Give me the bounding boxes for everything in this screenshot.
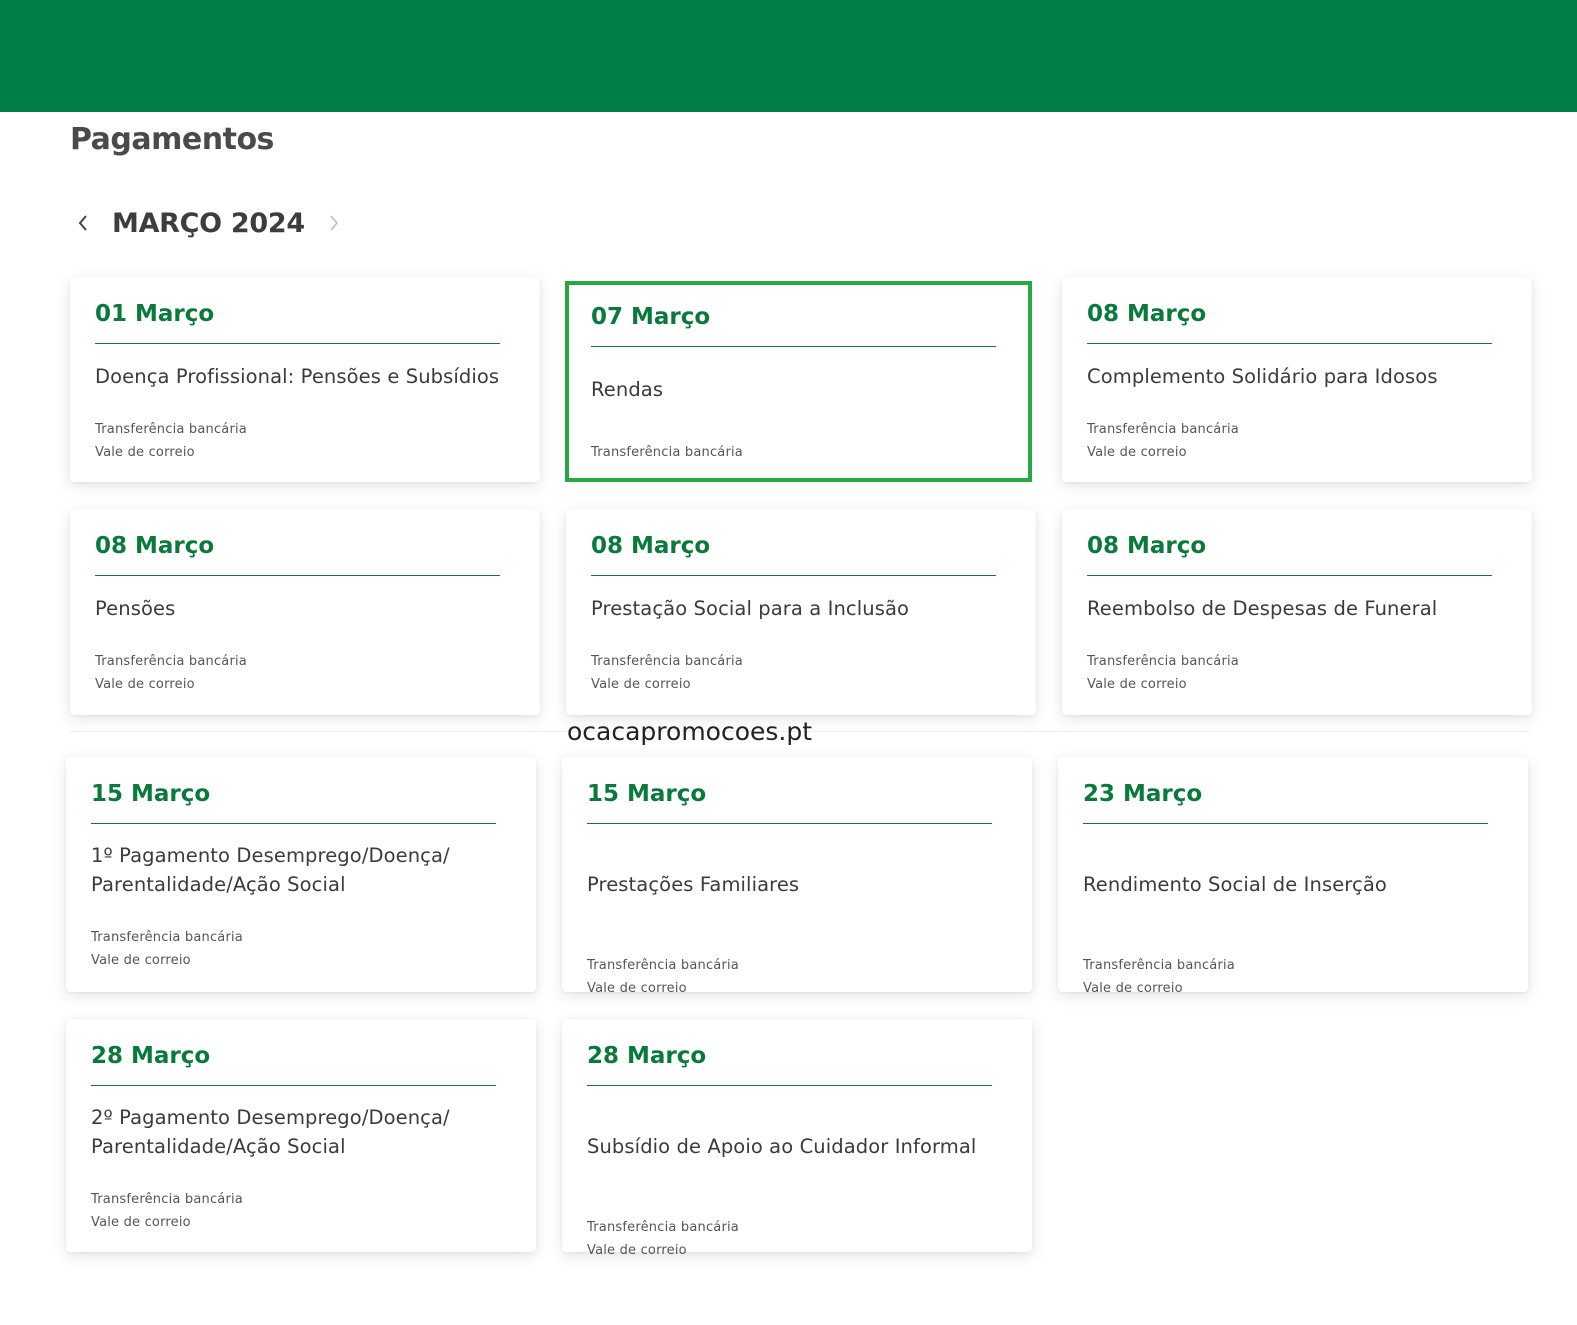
payment-body: Rendas — [591, 347, 1008, 431]
payment-methods: Transferência bancária — [591, 441, 1008, 464]
payment-name: Prestação Social para a Inclusão — [591, 596, 910, 620]
payment-method: Vale de correio — [591, 677, 691, 692]
payment-date: 28 Março — [91, 1043, 211, 1069]
payment-method: Transferência bancária — [95, 422, 247, 437]
payment-method: Vale de correio — [587, 1243, 687, 1258]
payment-body: Pensões — [95, 576, 516, 640]
payment-method: Vale de correio — [91, 953, 191, 968]
payment-methods: Transferência bancária Vale de correio — [1087, 418, 1508, 464]
payment-card[interactable]: 28 Março 2º Pagamento Desemprego/Doença/ … — [66, 1019, 536, 1252]
payment-date: 08 Março — [591, 533, 711, 559]
payment-name: Doença Profissional: Pensões e Subsídios — [95, 364, 500, 388]
payment-card[interactable]: 08 Março Reembolso de Despesas de Funeral… — [1062, 509, 1532, 715]
chevron-left-icon — [78, 215, 87, 231]
payment-date: 28 Março — [587, 1043, 707, 1069]
payment-date: 08 Março — [95, 533, 215, 559]
payment-card[interactable]: 23 Março Rendimento Social de Inserção Tra… — [1058, 757, 1528, 996]
payment-card[interactable]: 15 Março Prestações Familiares Transferênc… — [562, 757, 1032, 996]
payment-method: Transferência bancária — [587, 958, 739, 973]
payment-methods: Transferência bancária Vale de correio — [587, 954, 1008, 1000]
payment-card[interactable]: 01 Março Doença Profissional: Pensões e S… — [70, 277, 540, 482]
month-label: MARÇO 2024 — [112, 207, 305, 239]
header-bar — [0, 0, 1577, 112]
chevron-right-icon — [330, 215, 338, 231]
payment-method: Vale de correio — [95, 445, 195, 460]
payment-method: Vale de correio — [1083, 981, 1183, 996]
payment-name: Rendimento Social de Inserção — [1083, 872, 1387, 896]
payment-card[interactable]: 08 Março Prestação Social para a Inclusão… — [566, 509, 1036, 715]
payment-date: 08 Março — [1087, 533, 1207, 559]
payment-method: Transferência bancária — [1087, 422, 1239, 437]
payment-method: Vale de correio — [95, 677, 195, 692]
payment-methods: Transferência bancária Vale de correio — [91, 926, 512, 972]
payment-date: 23 Março — [1083, 781, 1203, 807]
payment-name: Subsídio de Apoio ao Cuidador Informal — [587, 1134, 977, 1158]
payment-methods: Transferência bancária Vale de correio — [1083, 954, 1504, 1000]
payment-method: Transferência bancária — [91, 1192, 243, 1207]
payment-date: 07 Março — [591, 304, 711, 330]
payment-method: Transferência bancária — [591, 445, 743, 460]
payment-method: Vale de correio — [587, 981, 687, 996]
payment-method: Vale de correio — [1087, 677, 1187, 692]
payment-name: Rendas — [591, 377, 664, 401]
payment-method: Transferência bancária — [591, 654, 743, 669]
payment-method: Transferência bancária — [91, 930, 243, 945]
payment-body: 1º Pagamento Desemprego/Doença/ Parental… — [91, 824, 512, 916]
payment-card[interactable]: 08 Março Pensões Transferência bancária Val… — [70, 509, 540, 715]
payment-method: Transferência bancária — [95, 654, 247, 669]
payment-methods: Transferência bancária Vale de correio — [591, 650, 1012, 696]
payment-method: Transferência bancária — [587, 1220, 739, 1235]
watermark-text: ocacapromocoes.pt — [567, 717, 813, 746]
payment-card[interactable]: 15 Março 1º Pagamento Desemprego/Doença/ … — [66, 757, 536, 992]
payment-date: 01 Março — [95, 301, 215, 327]
payment-name: 1º Pagamento Desemprego/Doença/ Parental… — [91, 844, 450, 896]
payment-body: Subsídio de Apoio ao Cuidador Informal — [587, 1086, 1008, 1206]
payment-name: Reembolso de Despesas de Funeral — [1087, 596, 1438, 620]
payment-body: Prestação Social para a Inclusão — [591, 576, 1012, 640]
payment-methods: Transferência bancária Vale de correio — [587, 1216, 1008, 1262]
payment-name: Prestações Familiares — [587, 872, 800, 896]
payment-body: 2º Pagamento Desemprego/Doença/ Parental… — [91, 1086, 512, 1178]
month-navigator: MARÇO 2024 — [70, 200, 347, 246]
payment-name: 2º Pagamento Desemprego/Doença/ Parental… — [91, 1106, 450, 1158]
payment-method: Vale de correio — [1087, 445, 1187, 460]
payment-name: Complemento Solidário para Idosos — [1087, 364, 1438, 388]
payment-body: Reembolso de Despesas de Funeral — [1087, 576, 1508, 640]
payment-methods: Transferência bancária Vale de correio — [91, 1188, 512, 1234]
payment-card[interactable]: 07 Março Rendas Transferência bancária — [565, 281, 1032, 482]
next-month-button[interactable] — [321, 203, 347, 243]
payment-method: Vale de correio — [91, 1215, 191, 1230]
payment-methods: Transferência bancária Vale de correio — [95, 650, 516, 696]
payment-date: 15 Março — [91, 781, 211, 807]
payment-date: 08 Março — [1087, 301, 1207, 327]
prev-month-button[interactable] — [70, 203, 96, 243]
payment-methods: Transferência bancária Vale de correio — [95, 418, 516, 464]
payment-methods: Transferência bancária Vale de correio — [1087, 650, 1508, 696]
payment-body: Rendimento Social de Inserção — [1083, 824, 1504, 944]
payment-card[interactable]: 28 Março Subsídio de Apoio ao Cuidador In… — [562, 1019, 1032, 1258]
page-title: Pagamentos — [70, 122, 274, 157]
payment-date: 15 Março — [587, 781, 707, 807]
payment-method: Transferência bancária — [1083, 958, 1235, 973]
payment-method: Transferência bancária — [1087, 654, 1239, 669]
payment-body: Prestações Familiares — [587, 824, 1008, 944]
payment-body: Complemento Solidário para Idosos — [1087, 344, 1508, 408]
payment-body: Doença Profissional: Pensões e Subsídios — [95, 344, 516, 408]
payment-card[interactable]: 08 Março Complemento Solidário para Idoso… — [1062, 277, 1532, 482]
payment-name: Pensões — [95, 596, 176, 620]
